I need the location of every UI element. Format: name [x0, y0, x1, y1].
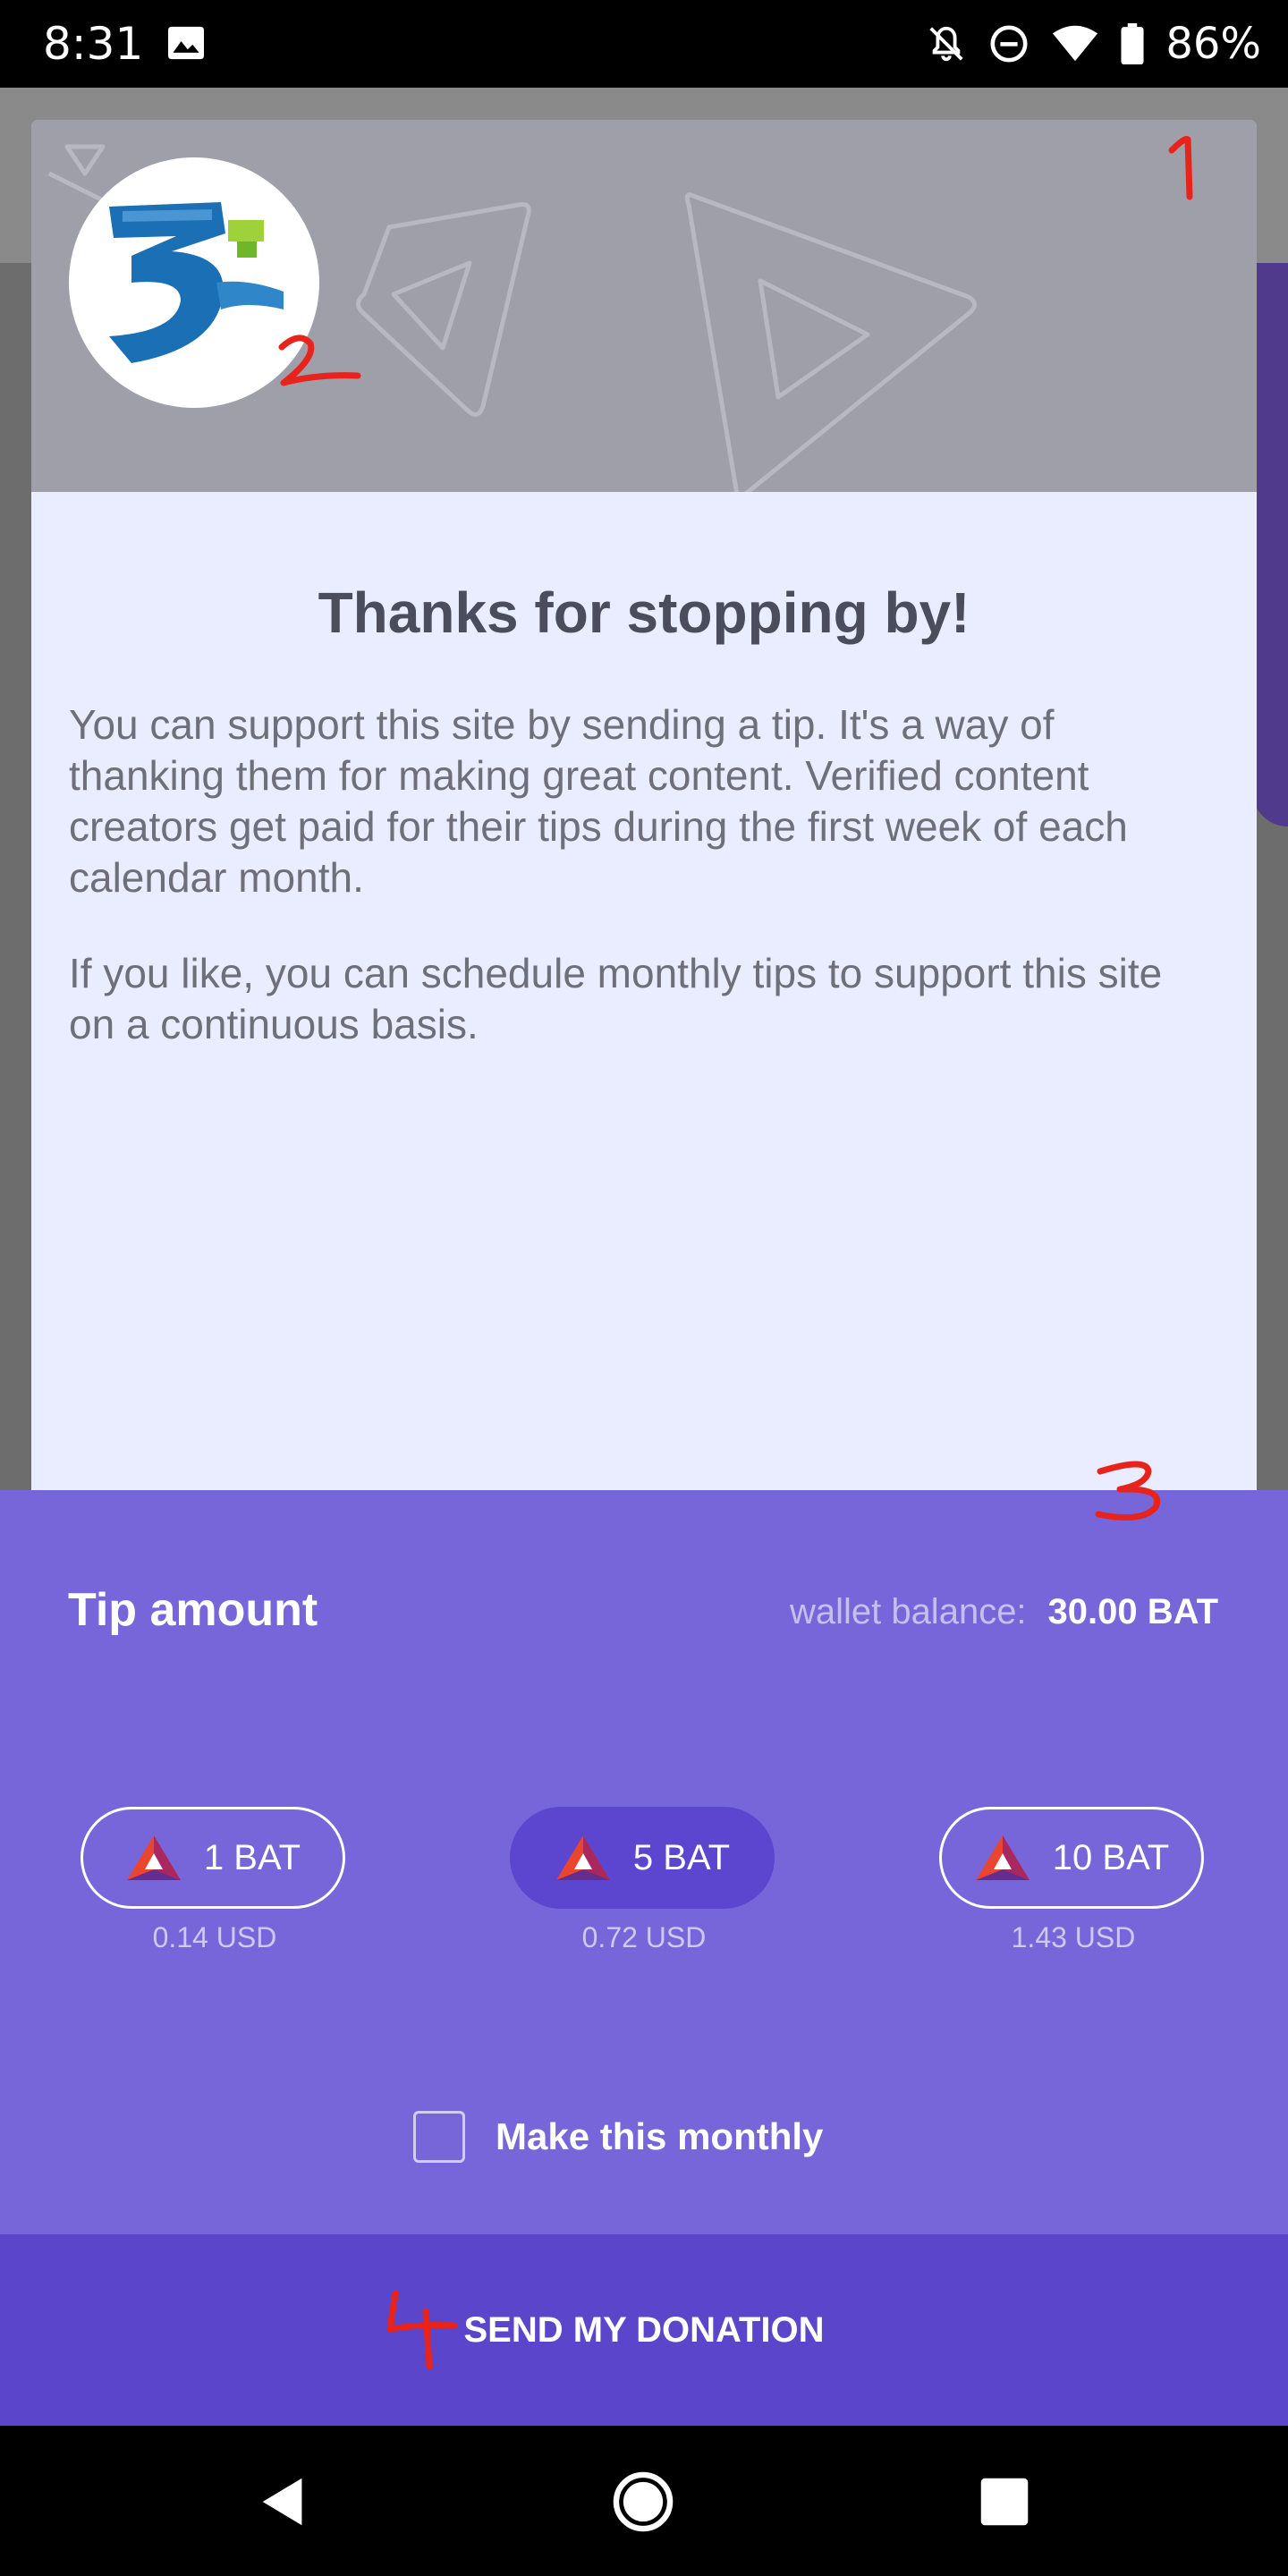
make-monthly-checkbox[interactable] — [413, 2111, 465, 2163]
navigation-bar — [0, 2426, 1288, 2576]
wallet-balance-label: wallet balance: — [789, 1592, 1027, 1631]
tip-option-3: 10 BAT 1.43 USD — [939, 1807, 1208, 1954]
tip-amount-label: 1 BAT — [203, 1837, 301, 1877]
wifi-icon — [1053, 25, 1098, 62]
dialog-body: Thanks for stopping by! You can support … — [31, 492, 1257, 1050]
background-panel-edge — [1252, 263, 1288, 826]
status-bar: 8:31 86% — [0, 0, 1288, 88]
status-time: 8:31 — [43, 18, 144, 70]
wallet-balance: wallet balance: 30.00 BAT — [790, 1592, 1218, 1632]
dialog-title: Thanks for stopping by! — [318, 580, 970, 645]
wallet-balance-value: 30.00 BAT — [1047, 1592, 1218, 1631]
bat-logo-icon — [555, 1835, 610, 1880]
bat-logo-icon — [975, 1835, 1030, 1880]
back-icon[interactable] — [252, 2470, 315, 2533]
tip-amount-label: 5 BAT — [632, 1837, 731, 1877]
tip-amount-button[interactable]: 10 BAT — [939, 1807, 1204, 1909]
annotation-mark-1 — [1168, 136, 1193, 200]
bat-logo-icon — [126, 1835, 181, 1880]
tip-panel: Tip amount wallet balance: 30.00 BAT 1 B… — [0, 1490, 1288, 2234]
tip-amount-usd: 1.43 USD — [1011, 1921, 1136, 1953]
battery-icon — [1121, 23, 1144, 64]
dialog-header-banner — [31, 120, 1257, 492]
tip-amount-label: 10 BAT — [1052, 1837, 1170, 1877]
tip-dialog: Thanks for stopping by! You can support … — [31, 120, 1257, 1492]
tip-option-2: 5 BAT 0.72 USD — [510, 1807, 778, 1954]
send-donation-label: SEND MY DONATION — [463, 2309, 825, 2350]
send-donation-button[interactable]: SEND MY DONATION — [0, 2234, 1288, 2426]
home-icon[interactable] — [612, 2470, 674, 2533]
status-icons: 86% — [926, 14, 1261, 73]
dialog-monthly-note: If you like, you can schedule monthly ti… — [69, 950, 1163, 1047]
tip-amount-usd: 0.14 USD — [152, 1921, 277, 1953]
screen: 8:31 86% Thanks for stopping by! You can… — [0, 0, 1288, 2576]
dialog-description: You can support this site by sending a t… — [69, 701, 1128, 901]
tip-amount-button-selected[interactable]: 5 BAT — [510, 1807, 775, 1909]
notifications-off-icon — [929, 26, 963, 62]
tip-amount-button[interactable]: 1 BAT — [80, 1807, 345, 1909]
make-monthly-toggle[interactable]: Make this monthly — [413, 2111, 823, 2163]
tip-amount-title: Tip amount — [68, 1584, 318, 1636]
gallery-icon — [168, 26, 204, 60]
battery-percent: 86% — [1165, 19, 1261, 69]
tip-option-1: 1 BAT 0.14 USD — [80, 1807, 349, 1954]
make-monthly-label: Make this monthly — [496, 2115, 824, 2157]
do-not-disturb-icon — [990, 25, 1028, 63]
annotation-mark-3 — [1095, 1461, 1160, 1521]
recents-icon[interactable] — [973, 2470, 1036, 2533]
tip-amount-usd: 0.72 USD — [581, 1921, 707, 1953]
annotation-mark-4 — [386, 2290, 458, 2370]
annotation-mark-2 — [278, 335, 361, 386]
